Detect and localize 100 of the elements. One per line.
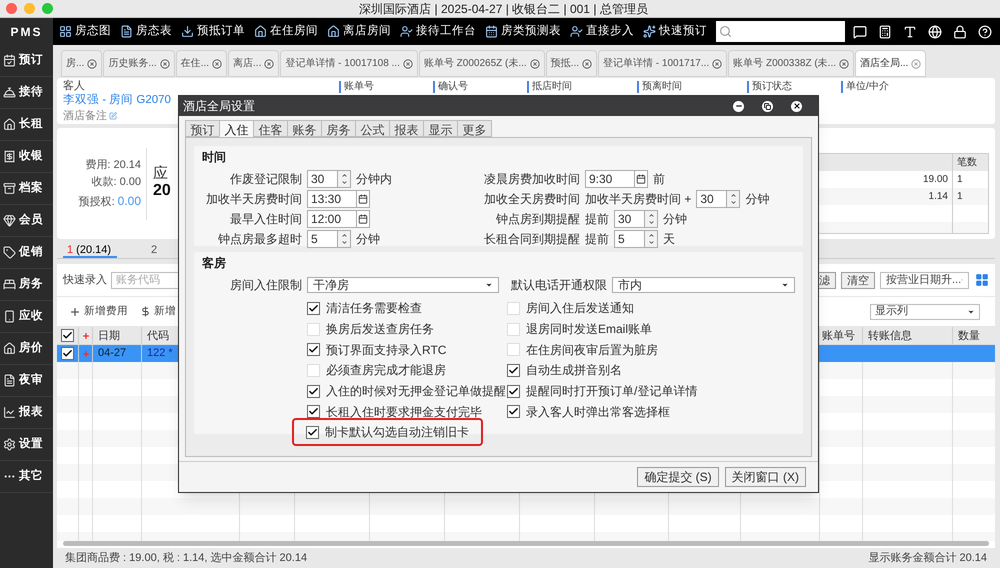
sidebar-item[interactable]: 预订 [0,45,53,77]
dialog-tab[interactable]: 预订 [185,120,220,137]
filter-button[interactable]: 清空 [841,272,875,288]
toolbar-button[interactable]: 预抵订单 [181,22,245,40]
dialog-tab[interactable]: 房务 [321,120,356,137]
close-icon[interactable] [839,58,849,68]
page-tab[interactable]: 登记单详情 - 10017108 ... [280,50,418,77]
close-icon[interactable] [712,58,722,68]
page-tab[interactable]: 预抵... [546,50,598,77]
number-field[interactable]: 30 [696,190,728,208]
calendar-button[interactable] [357,210,370,228]
dialog-tab[interactable]: 报表 [389,120,424,137]
checkbox[interactable] [307,384,320,398]
time-field[interactable]: 12:00 [307,210,357,228]
sidebar-item[interactable]: 设置 [0,429,53,461]
select-field[interactable]: 干净房 [307,277,499,293]
text-icon[interactable] [903,24,917,38]
dialog-button[interactable]: 确定提交 (S) [637,467,719,487]
dialog-tab[interactable]: 显示 [423,120,458,137]
sidebar-item[interactable]: 会员 [0,205,53,237]
number-field[interactable]: 30 [614,210,645,228]
columns-select[interactable]: 显示列 [870,304,980,320]
sort-select[interactable]: 按营业日期升... [880,272,969,288]
sidebar-item[interactable]: 促销 [0,237,53,269]
dropdown-icon[interactable] [781,281,789,289]
checkbox[interactable] [507,384,520,398]
sidebar-item[interactable]: 收银 [0,141,53,173]
dialog-button[interactable]: 关闭窗口 (X) [724,467,806,487]
page-tab[interactable]: 历史账务... [103,50,175,77]
globe-icon[interactable] [928,24,942,38]
number-field[interactable]: 5 [614,230,645,248]
toolbar-button[interactable]: 接待工作台 [400,22,476,40]
close-icon[interactable] [160,58,170,68]
select-field[interactable]: 市内 [612,277,795,293]
calendar-button[interactable] [357,190,370,208]
sidebar-item[interactable]: 房价 [0,333,53,365]
page-tab[interactable]: 账单号 Z000338Z (未... [728,50,854,77]
close-icon[interactable] [264,58,274,68]
sidebar-item[interactable]: 夜审 [0,365,53,397]
page-tab[interactable]: 离店... [228,50,280,77]
sidebar-item[interactable]: 房务 [0,269,53,301]
lock-icon[interactable] [953,24,967,38]
page-tab[interactable]: 酒店全局... [855,50,926,77]
checkbox[interactable] [61,329,74,342]
account-tab[interactable]: 1 (20.14) [63,242,117,258]
search-field[interactable] [716,21,845,42]
close-icon[interactable] [87,58,98,68]
add-button[interactable]: 新增 [140,304,176,320]
restore-icon[interactable] [762,100,773,112]
toolbar-button[interactable]: 房态图 [59,22,111,40]
chat-icon[interactable] [853,24,867,38]
checkbox[interactable] [61,347,74,360]
checkbox[interactable] [306,426,319,439]
number-field[interactable]: 5 [307,230,338,248]
page-tab[interactable]: 账单号 Z000265Z (未... [418,50,545,77]
close-icon[interactable] [791,100,802,112]
toolbar-button[interactable]: 离店房间 [327,22,391,40]
time-field[interactable]: 13:30 [307,190,357,208]
close-icon[interactable] [212,58,222,68]
toolbar-button[interactable]: 房类预测表 [485,22,561,40]
toolbar-button[interactable]: 在住房间 [254,22,318,40]
dialog-tab[interactable]: 公式 [355,120,390,137]
spinner[interactable] [645,210,658,228]
spinner[interactable] [727,190,740,208]
page-tab[interactable]: 登记单详情 - 1001717... [598,50,728,77]
toolbar-button[interactable]: 直接步入 [570,22,634,40]
spinner[interactable] [645,230,658,248]
number-field[interactable]: 30 [307,170,338,188]
checkbox[interactable] [507,405,520,418]
scrollbar[interactable] [63,541,989,546]
calendar-button[interactable] [635,170,648,188]
time-field[interactable]: 9:30 [585,170,635,188]
sidebar-item[interactable]: 报表 [0,397,53,429]
dialog-tab[interactable]: 账务 [287,120,322,137]
sidebar-item[interactable]: 其它 [0,461,53,493]
grid-icon[interactable] [975,273,989,287]
dialog-tab[interactable]: 住客 [253,120,288,137]
add-button[interactable]: 新增费用 [69,304,128,320]
dropdown-icon[interactable] [485,281,493,289]
close-icon[interactable] [402,58,413,68]
checkbox[interactable] [307,343,320,356]
minimize-icon[interactable] [733,100,744,112]
page-tab[interactable]: 房... [61,50,102,77]
toolbar-button[interactable]: 房态表 [120,22,172,40]
sidebar-item[interactable]: 档案 [0,173,53,205]
sidebar-item[interactable]: 应收 [0,301,53,333]
checkbox[interactable] [307,302,320,315]
sidebar-item[interactable]: 接待 [0,77,53,109]
spinner[interactable] [338,170,351,188]
spinner[interactable] [338,230,351,248]
sidebar-item[interactable]: 长租 [0,109,53,141]
checkbox[interactable] [507,364,520,377]
dialog-tab[interactable]: 更多 [457,120,492,137]
checkbox[interactable] [307,405,320,418]
dialog-tab[interactable]: 入住 [219,120,254,137]
close-icon[interactable] [530,58,540,68]
account-tab[interactable]: 2 [147,242,162,258]
help-icon[interactable] [978,24,992,38]
page-tab[interactable]: 在住... [176,50,228,77]
calculator-icon[interactable] [878,24,892,38]
